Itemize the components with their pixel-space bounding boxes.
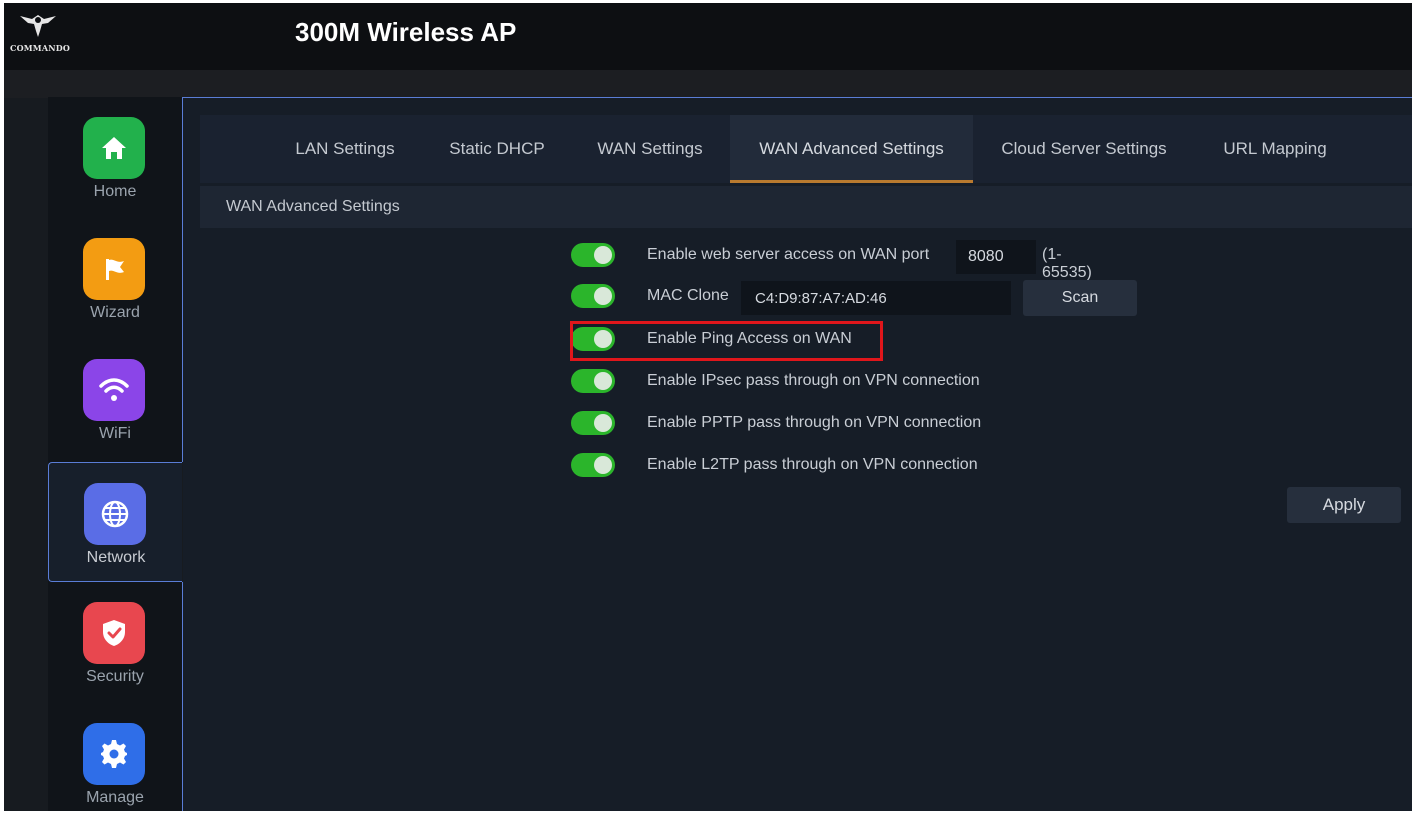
tab-wan-advanced-settings[interactable]: WAN Advanced Settings [730,115,973,183]
tab-static-dhcp[interactable]: Static DHCP [424,115,570,183]
sidebar-item-manage[interactable]: Manage [48,703,182,811]
section-header: WAN Advanced Settings [200,186,1412,228]
scan-button[interactable]: Scan [1023,280,1137,316]
sidebar-item-label: Security [86,668,144,685]
tab-bar: LAN Settings Static DHCP WAN Settings WA… [200,115,1412,183]
toggle-knob [594,414,612,432]
globe-icon [84,483,146,545]
mac-clone-label: MAC Clone [647,287,729,304]
mac-address-input[interactable] [741,281,1011,315]
l2tp-toggle[interactable] [571,453,615,477]
sidebar-item-label: Manage [86,789,144,806]
l2tp-label: Enable L2TP pass through on VPN connecti… [647,456,978,473]
panel-border [182,97,183,462]
highlight-box [570,321,883,361]
toggle-knob [594,372,612,390]
sidebar-item-wifi[interactable]: WiFi [48,339,182,459]
web-access-toggle[interactable] [571,243,615,267]
home-icon [83,117,145,179]
apply-button[interactable]: Apply [1287,487,1401,523]
mac-clone-toggle[interactable] [571,284,615,308]
app-window: COMMANDO 300M Wireless AP Home Wizard Wi… [4,3,1412,811]
panel-border [182,582,183,811]
toggle-knob [594,246,612,264]
toggle-knob [594,456,612,474]
sidebar: Home Wizard WiFi Network Security Manage [48,97,182,811]
brand-text: COMMANDO [10,43,71,53]
shield-icon [83,602,145,664]
pptp-toggle[interactable] [571,411,615,435]
sidebar-item-label: Network [86,549,146,566]
ipsec-label: Enable IPsec pass through on VPN connect… [647,372,980,389]
sidebar-item-security[interactable]: Security [48,582,182,702]
brand-logo: COMMANDO [8,9,70,57]
wan-port-input[interactable] [956,240,1036,274]
web-access-label: Enable web server access on WAN port [647,246,930,263]
flag-icon [83,238,145,300]
tab-url-mapping[interactable]: URL Mapping [1195,115,1355,183]
ipsec-toggle[interactable] [571,369,615,393]
sidebar-item-home[interactable]: Home [48,97,182,217]
app-title: 300M Wireless AP [295,17,517,47]
gear-icon [83,723,145,785]
port-range-hint: (1-65535) [1042,246,1092,281]
sidebar-item-label: Wizard [90,304,140,321]
top-bar: COMMANDO 300M Wireless AP [4,3,1412,70]
tab-cloud-server-settings[interactable]: Cloud Server Settings [973,115,1195,183]
sidebar-item-network[interactable]: Network [48,462,182,582]
wifi-icon [83,359,145,421]
sidebar-item-label: Home [93,183,137,200]
pptp-label: Enable PPTP pass through on VPN connecti… [647,414,982,431]
tab-wan-settings[interactable]: WAN Settings [570,115,730,183]
sidebar-item-wizard[interactable]: Wizard [48,218,182,338]
toggle-knob [594,287,612,305]
section-title: WAN Advanced Settings [226,198,400,215]
sidebar-item-label: WiFi [99,425,131,442]
tab-lan-settings[interactable]: LAN Settings [266,115,424,183]
panel-border [182,97,1412,98]
eagle-logo-icon [20,15,56,37]
header-band [4,70,1412,98]
